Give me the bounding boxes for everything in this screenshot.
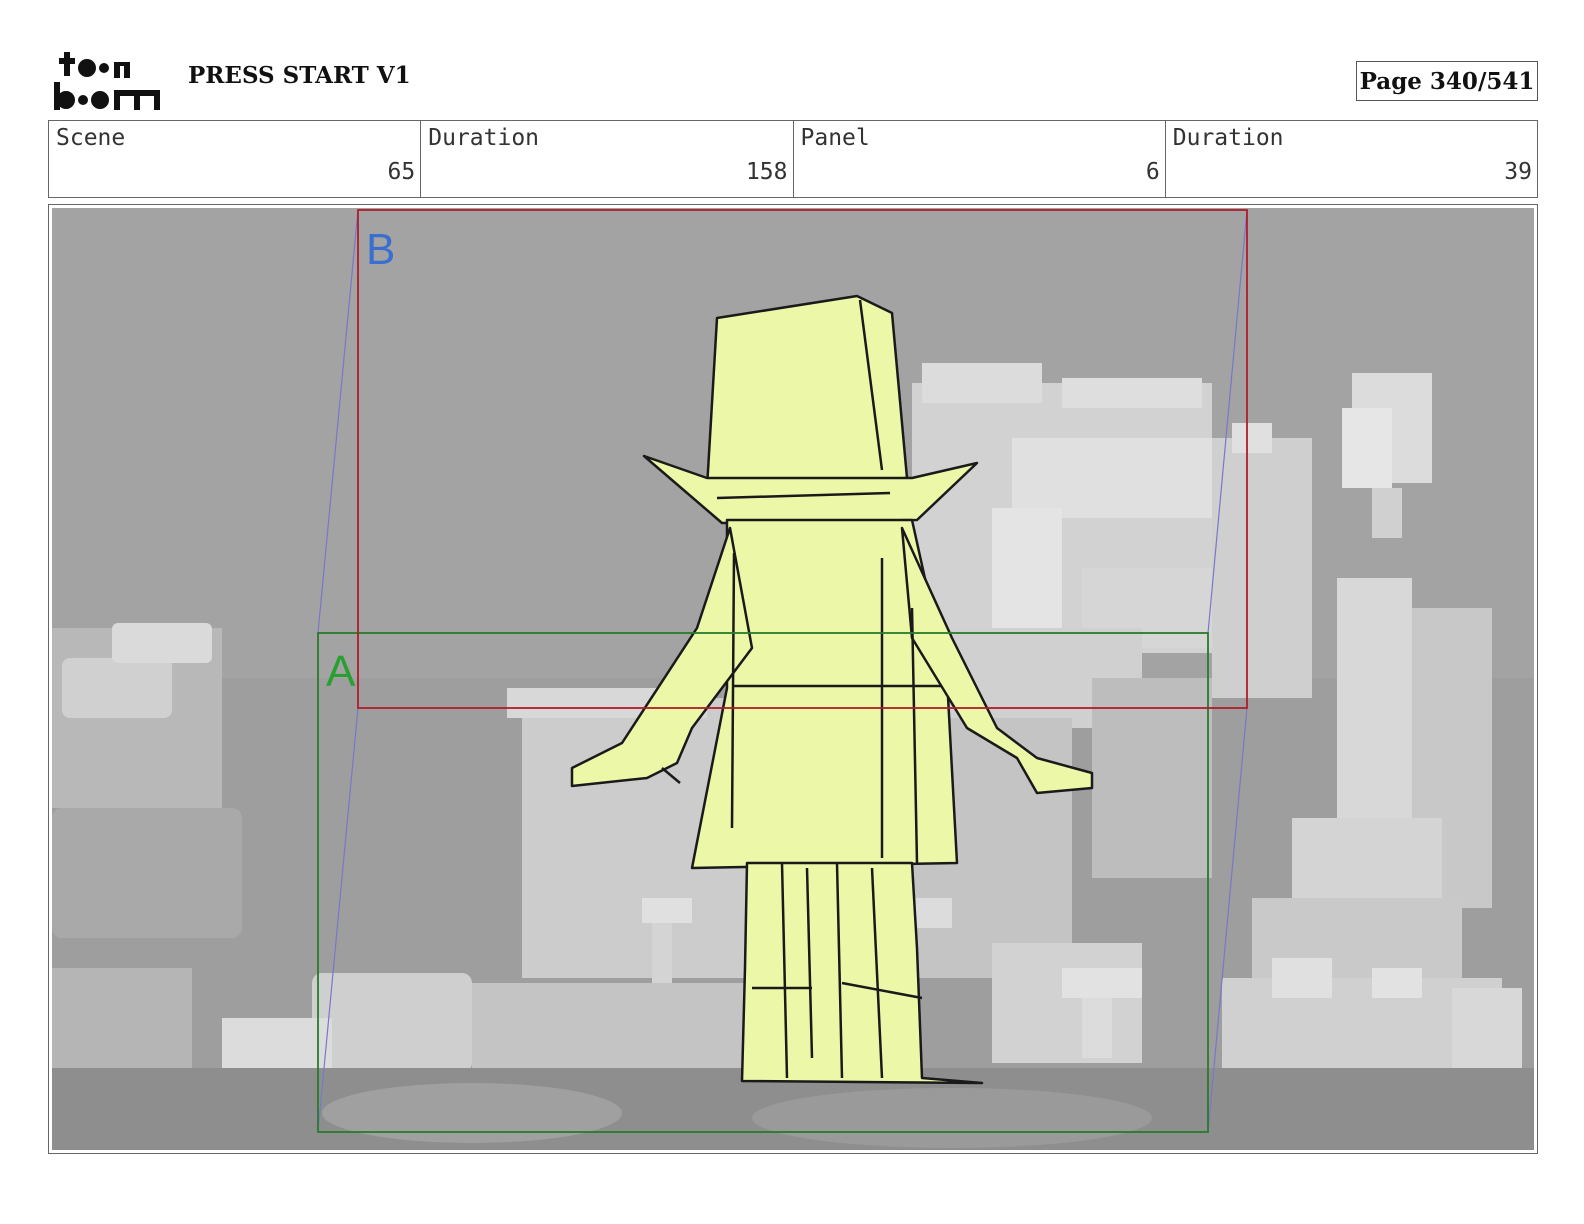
scene-duration-label: Duration — [428, 125, 540, 151]
scene-value: 65 — [387, 159, 416, 185]
info-table: Scene 65 Duration 158 Panel 6 Duration 3… — [48, 120, 1538, 198]
panel-value: 6 — [1145, 159, 1160, 185]
toon-boom-logo — [54, 52, 160, 110]
panel-duration-cell: Duration 39 — [1166, 121, 1537, 197]
scene-cell: Scene 65 — [49, 121, 422, 197]
scene-duration-cell: Duration 158 — [421, 121, 794, 197]
frame-b-label: B — [366, 225, 395, 274]
panel-label: Panel — [800, 125, 870, 151]
storyboard-panel-image: A B — [52, 208, 1534, 1150]
scene-duration-value: 158 — [745, 159, 788, 185]
panel-cell: Panel 6 — [794, 121, 1166, 197]
scene-label: Scene — [56, 125, 126, 151]
panel-duration-value: 39 — [1504, 159, 1532, 185]
page-indicator: Page 340/541 — [1356, 61, 1538, 101]
frame-a-label: A — [326, 647, 356, 696]
panel-duration-label: Duration — [1172, 125, 1284, 151]
project-title: PRESS START V1 — [188, 62, 411, 89]
